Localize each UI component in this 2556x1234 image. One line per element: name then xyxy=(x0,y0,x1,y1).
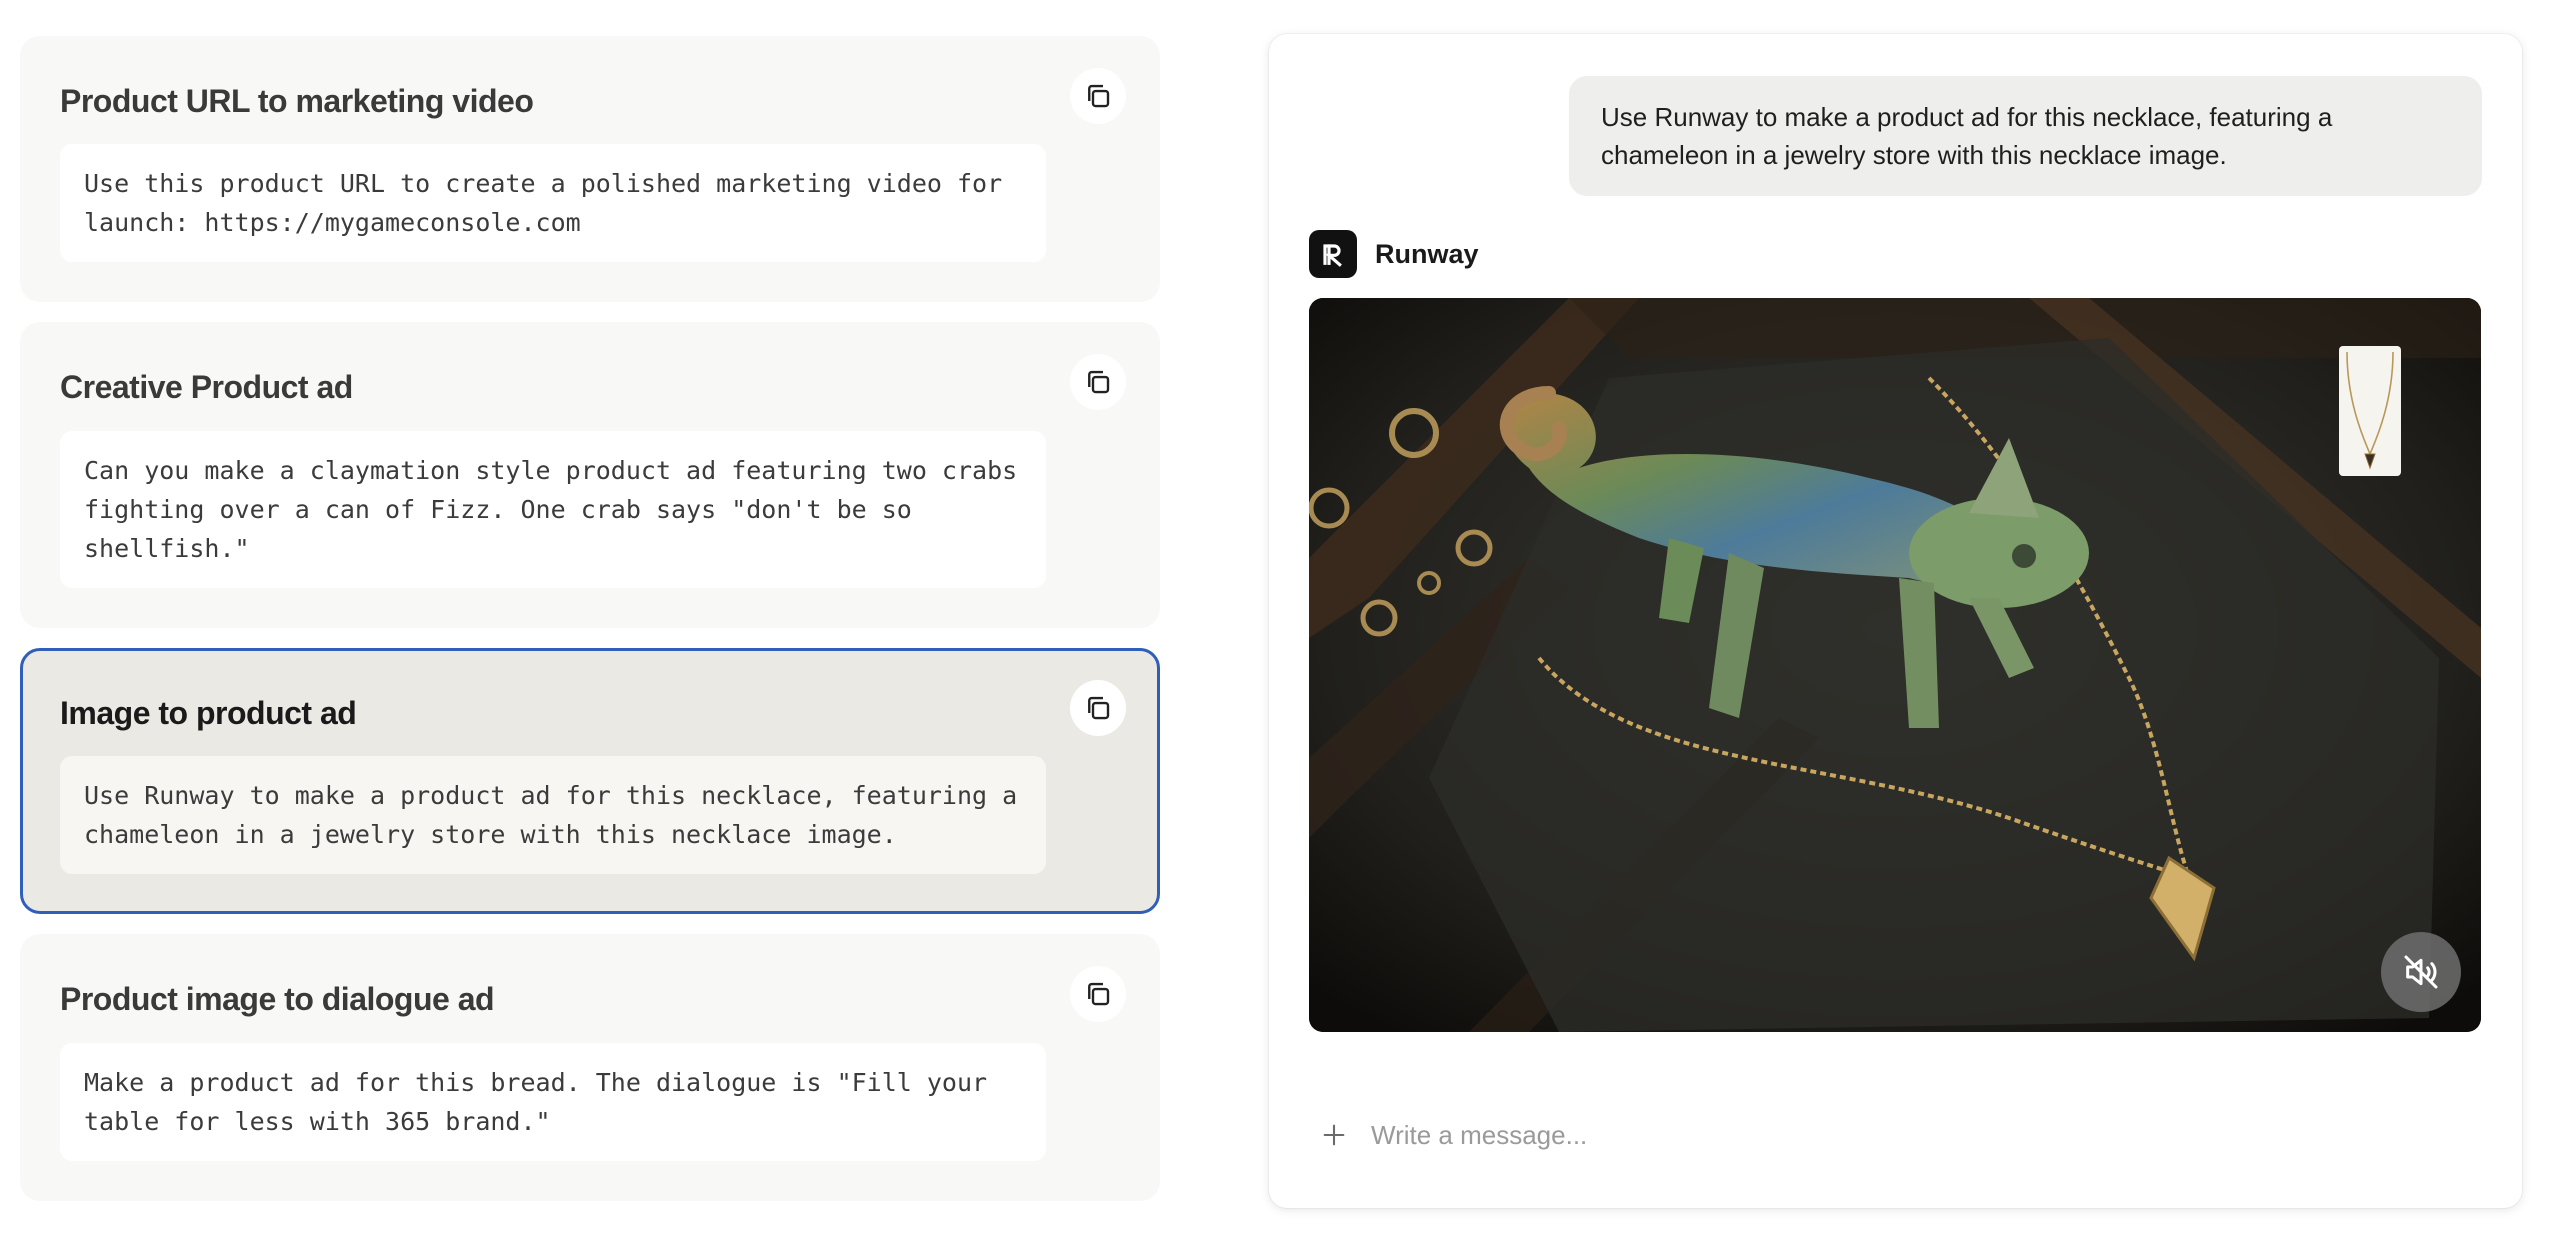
assistant-header: Runway xyxy=(1309,230,1479,278)
mute-toggle-button[interactable] xyxy=(2381,932,2461,1012)
necklace-reference-image xyxy=(2339,346,2401,476)
message-input[interactable] xyxy=(1371,1110,2371,1160)
speaker-muted-icon xyxy=(2404,955,2438,989)
prompt-card-list: Product URL to marketing video Use this … xyxy=(20,36,1160,1221)
video-frame-illustration xyxy=(1309,298,2481,1032)
copy-icon xyxy=(1088,982,1110,1006)
generated-video[interactable] xyxy=(1309,298,2481,1032)
card-title: Product image to dialogue ad xyxy=(60,981,495,1018)
message-composer xyxy=(1309,1100,2481,1170)
copy-icon xyxy=(1088,84,1110,108)
chat-panel: Use Runway to make a product ad for this… xyxy=(1269,34,2522,1208)
copy-button[interactable] xyxy=(1070,68,1126,124)
add-attachment-button[interactable] xyxy=(1309,1110,1359,1160)
prompt-card-creative-product-ad[interactable]: Creative Product ad Can you make a claym… xyxy=(20,322,1160,628)
card-title: Creative Product ad xyxy=(60,369,353,406)
runway-logo-icon xyxy=(1309,230,1357,278)
prompt-card-image-to-product-ad[interactable]: Image to product ad Use Runway to make a… xyxy=(20,647,1160,915)
plus-icon xyxy=(1323,1124,1345,1146)
card-title: Product URL to marketing video xyxy=(60,83,534,119)
assistant-name: Runway xyxy=(1375,238,1479,269)
card-prompt-text: Use Runway to make a product ad for this… xyxy=(60,756,1046,875)
prompt-card-dialogue-ad[interactable]: Product image to dialogue ad Make a prod… xyxy=(20,934,1160,1201)
copy-button[interactable] xyxy=(1070,679,1126,736)
copy-button[interactable] xyxy=(1070,354,1126,411)
user-message-bubble: Use Runway to make a product ad for this… xyxy=(1569,76,2482,196)
card-prompt-text: Can you make a claymation style product … xyxy=(60,430,1046,588)
copy-button[interactable] xyxy=(1070,966,1126,1023)
prompt-card-product-url[interactable]: Product URL to marketing video Use this … xyxy=(20,36,1160,303)
card-prompt-text: Use this product URL to create a polishe… xyxy=(60,144,1046,263)
card-title: Image to product ad xyxy=(60,694,357,731)
copy-icon xyxy=(1088,371,1110,394)
copy-icon xyxy=(1088,696,1110,719)
card-prompt-text: Make a product ad for this bread. The di… xyxy=(60,1042,1046,1161)
